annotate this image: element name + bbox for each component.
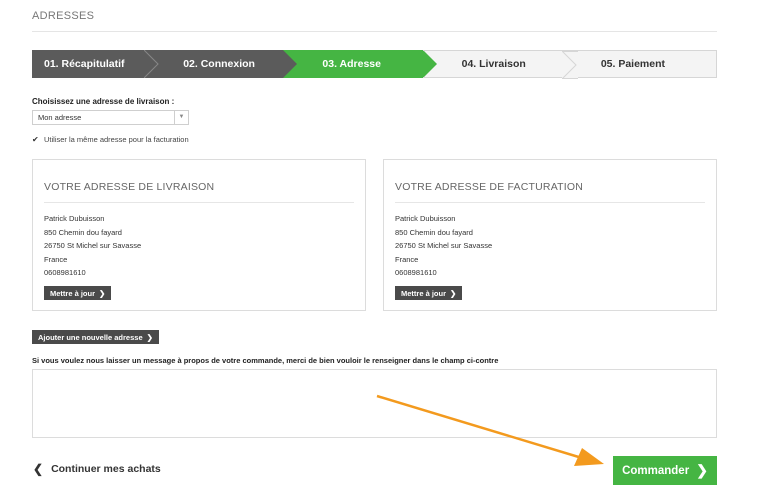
step-separator-icon [283,50,300,78]
step-livraison[interactable]: 04. Livraison [437,50,578,79]
chevron-right-icon: ❯ [99,288,106,298]
add-address-button[interactable]: Ajouter une nouvelle adresse ❯ [32,330,159,344]
button-label: Mettre à jour [401,288,447,298]
step-label: 02. Connexion [183,58,255,70]
message-label: Si vous voulez nous laisser un message à… [32,356,499,365]
delivery-address-lines: Patrick Dubuisson 850 Chemin dou fayard … [44,212,141,280]
billing-address-card: VOTRE ADRESSE DE FACTURATION Patrick Dub… [383,159,717,311]
check-icon[interactable]: ✔ [32,135,40,144]
delivery-address-label: Choisissez une adresse de livraison : [32,97,175,106]
step-adresse[interactable]: 03. Adresse [298,50,439,78]
same-address-option[interactable]: ✔ Utiliser la même adresse pour la factu… [32,135,189,144]
chevron-left-icon: ❮ [33,462,44,476]
same-address-label: Utiliser la même adresse pour la factura… [44,135,189,144]
continue-label: Continuer mes achats [51,463,161,475]
address-line: Patrick Dubuisson [44,214,105,223]
step-paiement[interactable]: 05. Paiement [576,50,718,78]
button-label: Ajouter une nouvelle adresse [38,332,143,342]
address-line: Patrick Dubuisson [395,214,456,223]
step-label: 01. Récapitulatif [44,58,125,70]
chevron-right-icon: ❯ [696,462,708,478]
divider [32,31,717,32]
order-button[interactable]: Commander ❯ [613,456,717,485]
divider [44,202,354,203]
billing-address-lines: Patrick Dubuisson 850 Chemin dou fayard … [395,212,492,280]
update-billing-address-button[interactable]: Mettre à jour ❯ [395,286,463,300]
step-separator-icon [561,51,578,79]
address-line: 850 Chemin dou fayard [395,227,473,237]
message-textarea[interactable] [32,369,717,438]
address-line: 0608981610 [395,268,437,277]
address-line: France [395,254,419,264]
delivery-address-title: VOTRE ADRESSE DE LIVRAISON [44,181,215,193]
chevron-down-icon[interactable]: ▼ [174,111,188,124]
delivery-address-select[interactable]: Mon adresse ▼ [32,110,189,125]
continue-shopping-link[interactable]: ❮ Continuer mes achats [33,462,161,476]
billing-address-title: VOTRE ADRESSE DE FACTURATION [395,181,584,193]
checkout-steps: 01. Récapitulatif 02. Connexion 03. Adre… [32,50,718,79]
address-line: France [44,254,68,264]
address-line: 26750 St Michel sur Savasse [44,241,142,250]
address-line: 850 Chemin dou fayard [44,227,122,237]
step-label: 05. Paiement [600,58,666,70]
step-label: 03. Adresse [322,58,381,70]
page-title: ADRESSES [32,10,95,22]
select-value: Mon adresse [38,113,82,122]
step-label: 04. Livraison [461,58,526,70]
divider [395,202,705,203]
address-line: 0608981610 [44,268,86,277]
step-recapitulatif[interactable]: 01. Récapitulatif [32,50,161,78]
chevron-right-icon: ❯ [450,288,457,298]
step-separator-icon [422,50,439,78]
step-connexion[interactable]: 02. Connexion [159,50,300,78]
delivery-address-card: VOTRE ADRESSE DE LIVRAISON Patrick Dubui… [32,159,366,311]
chevron-right-icon: ❯ [146,332,153,342]
button-label: Mettre à jour [50,288,96,298]
update-delivery-address-button[interactable]: Mettre à jour ❯ [44,286,112,300]
address-line: 26750 St Michel sur Savasse [395,241,493,250]
step-separator-icon [144,50,161,78]
order-label: Commander [622,464,690,477]
